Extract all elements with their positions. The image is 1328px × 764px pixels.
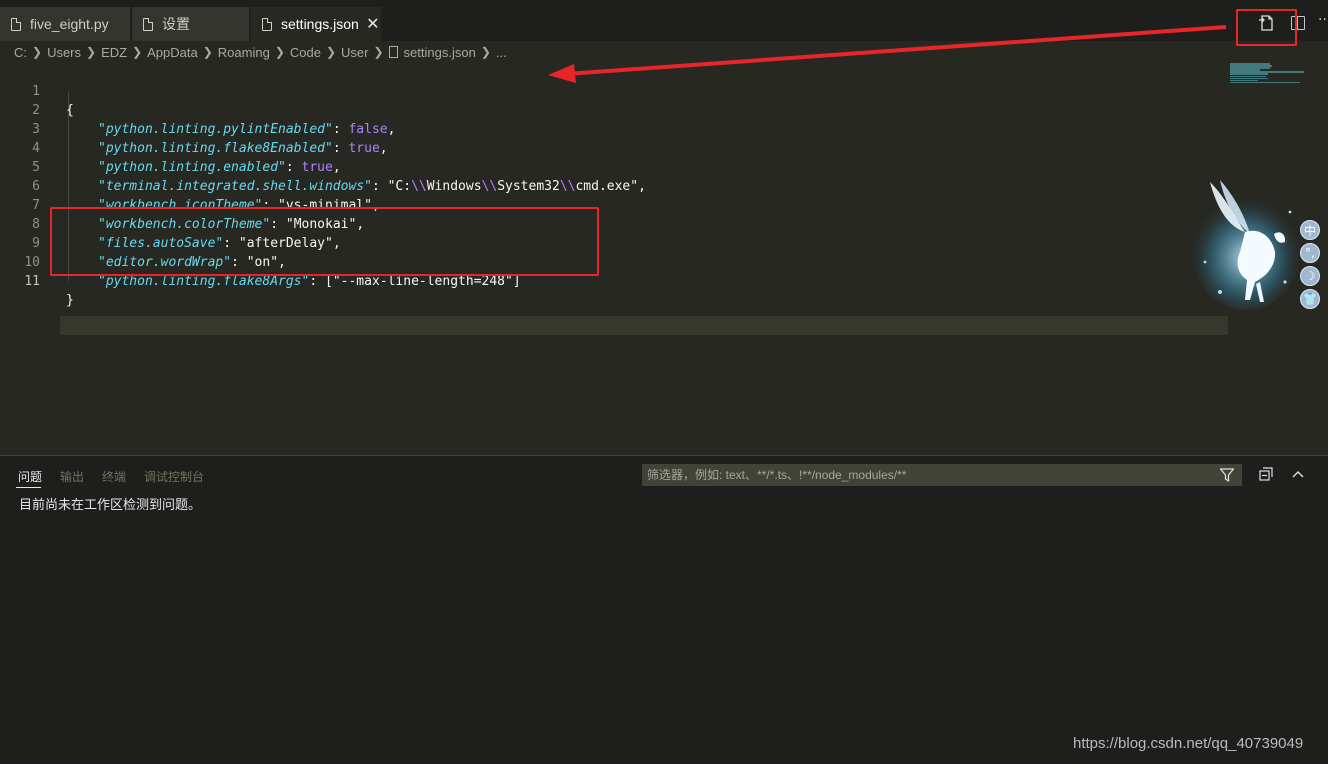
current-line-highlight (60, 316, 1228, 335)
breadcrumb-item[interactable]: Users (47, 45, 81, 60)
bottom-panel: 问题 输出 终端 调试控制台 目前尚未在工作区检测到问题。 (0, 455, 1328, 764)
shirt-icon[interactable]: 👕 (1300, 289, 1320, 309)
breadcrumb-item[interactable]: ... (496, 45, 507, 60)
tab-five-eight-py[interactable]: five_eight.py (0, 7, 130, 41)
json-key: python.linting.flake8Args (105, 274, 302, 289)
breadcrumb-item[interactable]: User (341, 45, 368, 60)
side-button-chinese[interactable]: 中 (1300, 220, 1320, 240)
chevron-right-icon: ❯ (480, 45, 491, 59)
panel-tab-terminal[interactable]: 终端 (102, 468, 126, 485)
file-icon (11, 17, 21, 31)
brace-close: } (66, 293, 74, 308)
annotation-box (1236, 9, 1297, 46)
collapse-all-icon[interactable] (1259, 467, 1273, 481)
chevron-right-icon: ❯ (32, 45, 43, 59)
file-icon (388, 46, 398, 58)
chevron-right-icon: ❯ (373, 45, 384, 59)
breadcrumb-item[interactable]: Roaming (218, 45, 270, 60)
side-button-punctuation[interactable]: °, (1300, 243, 1320, 263)
close-tab-icon[interactable]: ✕ (365, 14, 381, 34)
line-number: 11 (24, 274, 40, 289)
active-tab-indicator (16, 487, 41, 488)
pegasus-mascot-icon[interactable] (1190, 172, 1302, 312)
chevron-right-icon: ❯ (325, 45, 337, 59)
breadcrumb-item[interactable]: C: (14, 45, 27, 60)
tab-label: five_eight.py (30, 16, 109, 32)
more-actions-icon[interactable]: ··· (1318, 12, 1328, 28)
json-value: --max-line-length=248 (340, 274, 506, 289)
panel-tab-problems[interactable]: 问题 (18, 468, 42, 485)
tab-settings-ui[interactable]: 设置 (132, 7, 249, 41)
filter-icon[interactable] (1219, 467, 1235, 483)
panel-tab-output[interactable]: 输出 (60, 468, 84, 485)
chevron-right-icon: ❯ (132, 45, 143, 59)
moon-icon[interactable]: ☽ (1300, 266, 1320, 286)
code-line-6[interactable]: 6 "workbench.iconTheme": "vs-minimal", (0, 158, 1200, 213)
chevron-up-icon[interactable] (1291, 467, 1305, 481)
file-icon (143, 17, 153, 31)
tab-label: 设置 (162, 16, 190, 32)
problems-filter-input[interactable] (642, 464, 1242, 486)
editor-tab-bar: five_eight.py 设置 settings.json ✕ ··· (0, 0, 1328, 41)
code-line-3[interactable]: 3 "python.linting.flake8Enabled": true, (0, 101, 1200, 156)
chevron-right-icon: ❯ (86, 45, 97, 59)
file-icon (262, 17, 272, 31)
code-line-7[interactable]: 7 "workbench.colorTheme": "Monokai", (0, 177, 1200, 232)
watermark-text: https://blog.csdn.net/qq_40739049 (1073, 735, 1304, 752)
tab-label: settings.json (281, 16, 359, 32)
code-line-2[interactable]: 2 "python.linting.pylintEnabled": false, (0, 82, 1200, 137)
breadcrumb: C: ❯ Users ❯ EDZ ❯ AppData ❯ Roaming ❯ C… (0, 41, 1328, 63)
code-line-4[interactable]: 4 "python.linting.enabled": true, (0, 120, 1200, 175)
breadcrumb-item[interactable]: EDZ (101, 45, 127, 60)
code-line-5[interactable]: 5 "terminal.integrated.shell.windows": "… (0, 139, 1200, 194)
annotation-box (50, 207, 599, 276)
chevron-right-icon: ❯ (274, 45, 285, 59)
problems-empty-message: 目前尚未在工作区检测到问题。 (19, 498, 202, 513)
tab-settings-json[interactable]: settings.json ✕ (251, 7, 381, 41)
panel-tab-debug-console[interactable]: 调试控制台 (144, 468, 204, 485)
breadcrumb-item[interactable]: AppData (147, 45, 198, 60)
code-text: } (66, 291, 74, 310)
code-line-1[interactable]: 1 { (0, 63, 1200, 118)
chevron-right-icon: ❯ (202, 45, 213, 59)
breadcrumb-item[interactable]: Code (290, 45, 321, 60)
breadcrumb-item[interactable]: settings.json (404, 45, 476, 60)
minimap[interactable] (1230, 63, 1322, 85)
